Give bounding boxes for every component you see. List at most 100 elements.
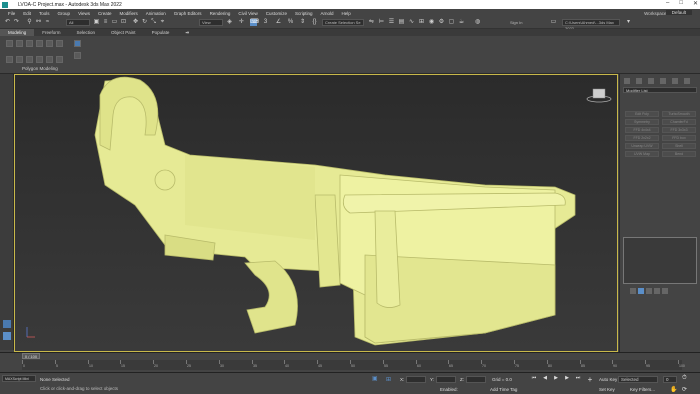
remove-modifier-icon[interactable] [654, 288, 660, 294]
menu-help[interactable]: Help [342, 11, 351, 16]
make-unique-icon[interactable] [646, 288, 652, 294]
rotate-icon[interactable]: ↻ [141, 19, 148, 26]
modifier-list-dropdown[interactable]: Modifier List [623, 87, 697, 93]
menu-file[interactable]: File [8, 11, 15, 16]
current-frame-field[interactable]: 0 [663, 376, 677, 383]
selection-filter-dropdown[interactable]: All [66, 19, 90, 26]
angle-snap-icon[interactable]: ∠ [275, 19, 282, 26]
modify-tab-icon[interactable] [636, 78, 642, 84]
orbit-icon[interactable]: ⟳ [682, 386, 687, 393]
tab-freeform[interactable]: Freeform [34, 29, 68, 36]
viewport-layout-icon[interactable] [3, 332, 11, 340]
modifier-button[interactable]: FFD 3x3x3 [662, 127, 696, 133]
percent-snap-icon[interactable]: % [287, 19, 294, 26]
x-coordinate-field[interactable] [406, 376, 426, 383]
snaps-toggle-icon[interactable]: 3 [262, 19, 269, 26]
go-to-end-icon[interactable]: ⏭ [574, 375, 582, 382]
ribbon-tool-icon[interactable] [46, 56, 53, 63]
ribbon-tool-icon[interactable] [74, 40, 81, 47]
ribbon-tool-icon[interactable] [46, 40, 53, 47]
viewport[interactable]: [+] [Orthographic] [Standard] [Default S… [14, 74, 618, 352]
track-bar[interactable]: 0 5 10 15 20 25 30 35 40 45 50 55 60 65 70 75 80 85 90 95 10… [22, 360, 685, 370]
undo-icon[interactable]: ↶ [4, 19, 11, 26]
modifier-button[interactable]: FFD 2x2x2 [625, 135, 659, 141]
ribbon-tool-icon[interactable] [74, 52, 81, 59]
menu-rendering[interactable]: Rendering [210, 11, 231, 16]
ribbon-options-icon[interactable]: ▪▾ [177, 29, 197, 36]
modifier-button[interactable]: FFD 4x4x4 [625, 127, 659, 133]
menu-civil-view[interactable]: Civil View [238, 11, 257, 16]
unlink-icon[interactable]: ⚯ [35, 19, 42, 26]
render-production-icon[interactable]: ☕ [458, 19, 465, 26]
menu-scripting[interactable]: Scripting [295, 11, 313, 16]
ribbon-tool-icon[interactable] [26, 40, 33, 47]
set-key-button[interactable]: Set Key [599, 387, 615, 392]
ribbon-tool-icon[interactable] [16, 40, 23, 47]
isolate-icon[interactable]: ▣ [372, 375, 378, 382]
create-tab-icon[interactable] [624, 78, 630, 84]
show-end-result-icon[interactable] [638, 288, 644, 294]
scale-icon[interactable]: ⤡ [150, 19, 157, 26]
menu-graph-editors[interactable]: Graph Editors [174, 11, 202, 16]
add-time-tag-button[interactable]: Add Time Tag [490, 387, 517, 392]
sign-in-label[interactable]: Sign In [510, 20, 522, 25]
keyboard-override-icon[interactable]: ⌨ [250, 19, 259, 26]
move-icon[interactable]: ✥ [132, 19, 139, 26]
ribbon-tool-icon[interactable] [26, 56, 33, 63]
edit-named-sets-icon[interactable]: {} [311, 19, 318, 26]
time-config-icon[interactable]: ⏱ [682, 375, 687, 382]
go-to-start-icon[interactable]: ⏮ [530, 375, 538, 382]
menu-edit[interactable]: Edit [23, 11, 31, 16]
project-path-field[interactable]: C:\Users\Ahmed\...3ds Max 2022 [562, 19, 620, 31]
pivot-center-icon[interactable]: ◈ [226, 19, 233, 26]
modifier-button[interactable]: ChamferFd [662, 119, 696, 125]
ribbon-tool-icon[interactable] [56, 40, 63, 47]
ribbon-tool-icon[interactable] [6, 40, 13, 47]
polygon-modeling-label[interactable]: Polygon Modeling [22, 66, 58, 71]
align-icon[interactable]: ⊨ [378, 19, 385, 26]
ribbon-tool-icon[interactable] [36, 40, 43, 47]
reference-coord-dropdown[interactable]: View [199, 19, 223, 26]
select-by-name-icon[interactable]: ≡ [102, 19, 109, 26]
ribbon-tool-icon[interactable] [56, 56, 63, 63]
ribbon-tool-icon[interactable] [6, 56, 13, 63]
curve-editor-icon[interactable]: ∿ [408, 19, 415, 26]
maximize-icon[interactable]: □ [679, 0, 683, 7]
select-object-icon[interactable]: ▣ [93, 19, 100, 26]
menu-arnold[interactable]: Arnold [321, 11, 334, 16]
menu-modifiers[interactable]: Modifiers [120, 11, 138, 16]
z-coordinate-field[interactable] [466, 376, 486, 383]
tab-object-paint[interactable]: Object Paint [103, 29, 144, 36]
menu-customize[interactable]: Customize [266, 11, 287, 16]
y-coordinate-field[interactable] [436, 376, 456, 383]
time-tag-enabled[interactable]: Enabled: [440, 387, 458, 392]
select-manipulate-icon[interactable]: ✛ [238, 19, 245, 26]
previous-frame-icon[interactable]: ◀ [541, 375, 549, 382]
rendered-frame-icon[interactable]: ▢ [448, 19, 455, 26]
layer-explorer-icon[interactable]: ☰ [388, 19, 395, 26]
menu-animation[interactable]: Animation [146, 11, 166, 16]
auto-key-button[interactable]: Auto Key [599, 377, 617, 382]
pan-icon[interactable]: ✋ [670, 386, 677, 393]
user-icon[interactable]: ◍ [474, 19, 481, 26]
menu-group[interactable]: Group [58, 11, 71, 16]
modifier-button[interactable]: Edit Poly [625, 111, 659, 117]
tab-selection[interactable]: Selection [69, 29, 104, 36]
tab-populate[interactable]: Populate [144, 29, 178, 36]
menu-tools[interactable]: Tools [39, 11, 50, 16]
folder-icon[interactable]: ▭ [550, 19, 557, 26]
set-key-icon[interactable]: + [586, 376, 594, 384]
dropdown-icon[interactable]: ▾ [625, 19, 632, 26]
minimize-icon[interactable]: – [666, 0, 669, 7]
motion-tab-icon[interactable] [660, 78, 666, 84]
display-tab-icon[interactable] [672, 78, 678, 84]
pin-stack-icon[interactable] [630, 288, 636, 294]
bind-space-warp-icon[interactable]: ≈ [44, 19, 51, 26]
modifier-button[interactable]: Shell [662, 143, 696, 149]
place-icon[interactable]: ⌖ [159, 19, 166, 26]
mirror-icon[interactable]: ⇋ [368, 19, 375, 26]
spinner-snap-icon[interactable]: ⇕ [299, 19, 306, 26]
configure-sets-icon[interactable] [662, 288, 668, 294]
modifier-button[interactable]: FFD box [662, 135, 696, 141]
modifier-button[interactable]: Bend [662, 151, 696, 157]
